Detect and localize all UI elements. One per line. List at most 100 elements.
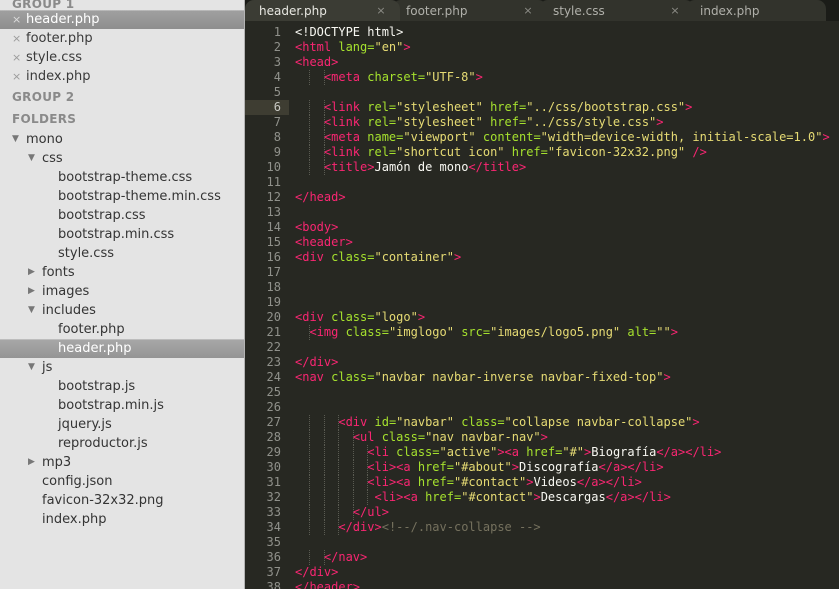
- tree-file-bootstrap-js[interactable]: bootstrap.js: [0, 377, 244, 396]
- tree-file-style-css[interactable]: style.css: [0, 244, 244, 263]
- code-line[interactable]: 17: [245, 265, 839, 280]
- code-line[interactable]: 6 <link rel="stylesheet" href="../css/bo…: [245, 100, 839, 115]
- indent-guide: [338, 445, 340, 460]
- code-line[interactable]: 20 <div class="logo">: [245, 310, 839, 325]
- code-line[interactable]: 24 <nav class="navbar navbar-inverse navb…: [245, 370, 839, 385]
- code-line[interactable]: 9 <link rel="shortcut icon" href="favico…: [245, 145, 839, 160]
- close-icon[interactable]: ×: [12, 10, 26, 29]
- code-line[interactable]: 10 <title>Jamón de mono</title>: [245, 160, 839, 175]
- code-line[interactable]: 34 </div><!--/.nav-collapse -->: [245, 520, 839, 535]
- tab-footer-php[interactable]: footer.php ×: [392, 0, 547, 21]
- tab-bar: header.php × footer.php × style.css × in…: [245, 0, 839, 21]
- code-line[interactable]: 1 <!DOCTYPE html>: [245, 25, 839, 40]
- close-icon[interactable]: ×: [12, 48, 26, 67]
- code-line[interactable]: 38 </header>: [245, 580, 839, 589]
- code-line[interactable]: 8 <meta name="viewport" content="width=d…: [245, 130, 839, 145]
- chevron-down-icon[interactable]: [28, 301, 42, 320]
- tree-folder-includes[interactable]: includes: [0, 301, 244, 320]
- tree-file-bootstrap-theme-min-css[interactable]: bootstrap-theme.min.css: [0, 187, 244, 206]
- tree-item-label: reproductor.js: [58, 436, 148, 451]
- code-line[interactable]: 7 <link rel="stylesheet" href="../css/st…: [245, 115, 839, 130]
- code-line[interactable]: 14 <body>: [245, 220, 839, 235]
- tab-header-php[interactable]: header.php ×: [245, 0, 400, 21]
- open-file-style-css[interactable]: × style.css: [0, 48, 244, 67]
- code-line-text: <nav class="navbar navbar-inverse navbar…: [295, 370, 671, 384]
- code-line[interactable]: 18: [245, 280, 839, 295]
- indent-guide: [309, 70, 311, 85]
- chevron-right-icon[interactable]: [28, 263, 42, 282]
- code-line[interactable]: 33 </ul>: [245, 505, 839, 520]
- line-number: 34: [266, 520, 281, 534]
- tree-file-bootstrap-min-js[interactable]: bootstrap.min.js: [0, 396, 244, 415]
- close-icon[interactable]: ×: [12, 67, 26, 86]
- tree-file-favicon-32x32-png[interactable]: favicon-32x32.png: [0, 491, 244, 510]
- code-line[interactable]: 23 </div>: [245, 355, 839, 370]
- indent-guide: [323, 100, 325, 115]
- tree-folder-js[interactable]: js: [0, 358, 244, 377]
- code-line[interactable]: 37 </div>: [245, 565, 839, 580]
- code-line[interactable]: 25: [245, 385, 839, 400]
- tab-index-php[interactable]: index.php: [686, 0, 826, 21]
- code-line[interactable]: 28 <ul class="nav navbar-nav">: [245, 430, 839, 445]
- code-line-text: <!DOCTYPE html>: [295, 25, 404, 39]
- tree-file-reproductor-js[interactable]: reproductor.js: [0, 434, 244, 453]
- tree-file-bootstrap-theme-css[interactable]: bootstrap-theme.css: [0, 168, 244, 187]
- line-number: 31: [266, 475, 281, 489]
- tree-folder-css[interactable]: css: [0, 149, 244, 168]
- code-editor[interactable]: 1 <!DOCTYPE html> 2 <html lang="en"> 3 <head>…: [245, 21, 839, 589]
- tree-folder-mono[interactable]: mono: [0, 130, 244, 149]
- indent-guide: [323, 415, 325, 430]
- indent-guide: [309, 490, 311, 505]
- tree-file-index-php[interactable]: index.php: [0, 510, 244, 529]
- close-icon[interactable]: ×: [12, 29, 26, 48]
- code-line[interactable]: 36 </nav>: [245, 550, 839, 565]
- code-line[interactable]: 30 <li><a href="#about">Discografía</a><…: [245, 460, 839, 475]
- tree-folder-mp3[interactable]: mp3: [0, 453, 244, 472]
- tree-file-config-json[interactable]: config.json: [0, 472, 244, 491]
- code-line[interactable]: 13: [245, 205, 839, 220]
- code-line[interactable]: 19: [245, 295, 839, 310]
- code-line[interactable]: 27 <div id="navbar" class="collapse navb…: [245, 415, 839, 430]
- open-file-index-php[interactable]: × index.php: [0, 67, 244, 86]
- code-line[interactable]: 26: [245, 400, 839, 415]
- chevron-down-icon[interactable]: [28, 358, 42, 377]
- tree-folder-fonts[interactable]: fonts: [0, 263, 244, 282]
- tree-item-label: mono: [26, 132, 63, 147]
- tree-folder-images[interactable]: images: [0, 282, 244, 301]
- tab-style-css[interactable]: style.css ×: [539, 0, 694, 21]
- tree-file-bootstrap-min-css[interactable]: bootstrap.min.css: [0, 225, 244, 244]
- code-line[interactable]: 3 <head>: [245, 55, 839, 70]
- close-icon[interactable]: ×: [368, 4, 400, 17]
- code-line[interactable]: 4 <meta charset="UTF-8">: [245, 70, 839, 85]
- indent-guide: [352, 505, 354, 520]
- code-line-text: <li class="active"><a href="#">Biografía…: [289, 445, 839, 460]
- code-line[interactable]: 5: [245, 85, 839, 100]
- code-line[interactable]: 16 <div class="container">: [245, 250, 839, 265]
- code-line[interactable]: 35: [245, 535, 839, 550]
- code-line[interactable]: 31 <li><a href="#contact">Videos</a></li…: [245, 475, 839, 490]
- indent-guide: [338, 460, 340, 475]
- code-line-text: <img class="imglogo" src="images/logo5.p…: [309, 325, 678, 340]
- chevron-right-icon[interactable]: [28, 282, 42, 301]
- line-number: 25: [266, 385, 281, 399]
- open-file-footer-php[interactable]: × footer.php: [0, 29, 244, 48]
- line-number: 10: [266, 160, 281, 174]
- code-line[interactable]: 32 <li><a href="#contact">Descargas</a><…: [245, 490, 839, 505]
- tree-file-jquery-js[interactable]: jquery.js: [0, 415, 244, 434]
- code-line[interactable]: 21 <img class="imglogo" src="images/logo…: [245, 325, 839, 340]
- code-line[interactable]: 11: [245, 175, 839, 190]
- code-line-text: <div id="navbar" class="collapse navbar-…: [289, 415, 839, 430]
- code-line[interactable]: 22: [245, 340, 839, 355]
- open-file-header-php[interactable]: × header.php: [0, 10, 244, 29]
- tree-file-header-php[interactable]: header.php: [0, 339, 244, 358]
- chevron-down-icon[interactable]: [28, 149, 42, 168]
- chevron-right-icon[interactable]: [28, 453, 42, 472]
- code-line[interactable]: 29 <li class="active"><a href="#">Biogra…: [245, 445, 839, 460]
- tree-file-bootstrap-css[interactable]: bootstrap.css: [0, 206, 244, 225]
- chevron-down-icon[interactable]: [12, 130, 26, 149]
- tree-file-footer-php[interactable]: footer.php: [0, 320, 244, 339]
- code-line[interactable]: 2 <html lang="en">: [245, 40, 839, 55]
- code-line[interactable]: 12 </head>: [245, 190, 839, 205]
- code-line[interactable]: 15 <header>: [245, 235, 839, 250]
